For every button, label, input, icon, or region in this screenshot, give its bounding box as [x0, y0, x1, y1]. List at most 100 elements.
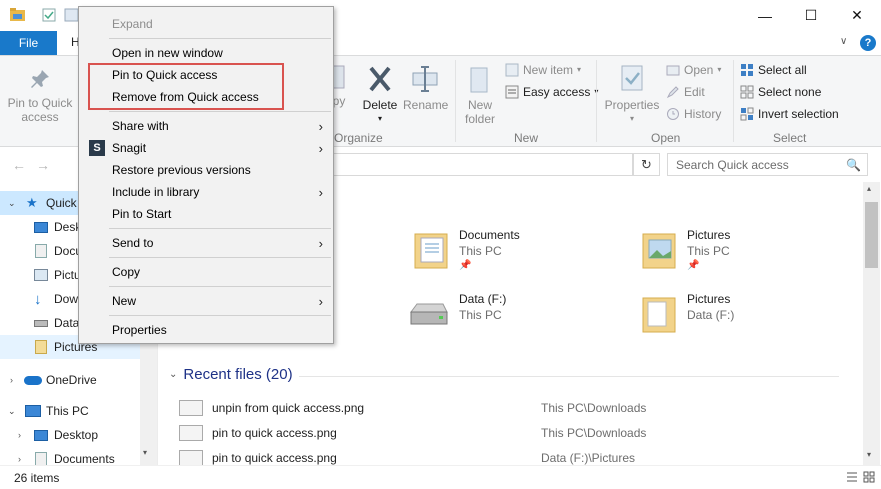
menu-label: Restore previous versions [112, 163, 251, 177]
rename-label: Rename [403, 98, 449, 112]
menu-item-open-new-window[interactable]: Open in new window [79, 42, 333, 64]
menu-item-pin-start[interactable]: Pin to Start [79, 203, 333, 225]
list-item[interactable]: unpin from quick access.png This PC\Down… [179, 397, 859, 421]
scroll-thumb[interactable] [865, 202, 878, 268]
submenu-arrow-icon: › [318, 235, 323, 251]
select-none-button[interactable]: Select none [740, 85, 821, 99]
menu-separator [109, 111, 331, 112]
ribbon-collapse-button[interactable]: ∨ [840, 36, 847, 47]
menu-label: Share with [112, 119, 169, 133]
recent-files-title: Recent files (20) [183, 366, 293, 383]
frequent-folder-tile[interactable]: Pictures This PC 📌 [641, 228, 841, 278]
organize-group-label: Organize [334, 131, 383, 145]
menu-item-properties[interactable]: Properties [79, 319, 333, 341]
easy-access-button[interactable]: Easy access▾ [505, 85, 598, 99]
delete-button[interactable]: Delete ▾ [360, 64, 400, 126]
rename-button[interactable]: Rename [403, 64, 449, 112]
back-arrow-icon[interactable]: ← [12, 157, 26, 173]
item-count: 26 items [14, 471, 60, 485]
scroll-up-icon[interactable]: ▴ [867, 184, 871, 193]
tile-location: Data (F:) [687, 308, 735, 322]
close-button[interactable]: ✕ [834, 0, 880, 31]
chevron-down-icon: ⌄ [8, 405, 16, 416]
history-button[interactable]: History [666, 107, 721, 121]
frequent-folder-tile[interactable]: Pictures Data (F:) [641, 292, 841, 342]
nav-item-this-pc[interactable]: ⌄ This PC [0, 399, 140, 423]
invert-selection-button[interactable]: Invert selection [740, 107, 839, 121]
tile-name: Documents [459, 228, 520, 242]
tile-name: Pictures [687, 292, 731, 306]
easy-access-label: Easy access [523, 85, 591, 99]
pictures-folder-icon [642, 233, 676, 269]
scroll-down-icon[interactable]: ▾ [867, 450, 871, 459]
menu-item-restore-versions[interactable]: Restore previous versions [79, 159, 333, 181]
documents-folder-icon [414, 233, 448, 269]
large-icons-view-icon[interactable] [862, 470, 876, 484]
new-item-button[interactable]: New item ▾ [505, 63, 581, 77]
scroll-down-icon[interactable]: ▾ [143, 448, 147, 457]
nav-label: Data [54, 316, 80, 330]
frequent-folder-tile[interactable]: Data (F:) This PC [410, 292, 613, 342]
frequent-folder-tile[interactable]: Documents This PC 📌 [413, 228, 613, 278]
select-all-label: Select all [758, 63, 807, 77]
new-item-label: New item [523, 63, 574, 77]
file-path: This PC\Downloads [541, 401, 647, 415]
menu-label: New [112, 294, 137, 308]
list-item[interactable]: pin to quick access.png Data (F:)\Pictur… [179, 447, 859, 465]
open-group-label: Open [651, 131, 681, 145]
menu-label: Snagit [112, 141, 147, 155]
image-file-icon [179, 400, 203, 416]
nav-label: Desktop [54, 428, 99, 442]
nav-label: OneDrive [46, 373, 97, 387]
file-path: This PC\Downloads [541, 426, 647, 440]
nav-item-documents-pc[interactable]: › Documents [0, 447, 140, 465]
open-button[interactable]: Open ▾ [666, 63, 721, 77]
pinned-icon: 📌 [459, 260, 472, 271]
new-folder-quick-icon[interactable] [64, 8, 79, 22]
pin-quick-access-button[interactable]: Pin to Quick access [2, 68, 78, 124]
content-scrollbar[interactable]: ▴ ▾ [863, 182, 880, 465]
tab-file[interactable]: File [0, 31, 57, 55]
nav-item-onedrive[interactable]: › OneDrive [0, 368, 140, 392]
forward-arrow-icon[interactable]: → [36, 157, 50, 173]
search-icon: 🔍 [846, 158, 861, 172]
chevron-down-icon: ⌄ [169, 369, 178, 380]
history-label: History [684, 107, 722, 121]
search-input[interactable]: Search Quick access 🔍 [667, 153, 868, 176]
file-name: unpin from quick access.png [212, 401, 365, 415]
properties-button[interactable]: Properties ▾ [602, 64, 662, 126]
nav-label: This PC [46, 404, 89, 418]
select-all-button[interactable]: Select all [740, 63, 807, 77]
new-folder-button[interactable]: New folder [460, 64, 500, 126]
list-item[interactable]: pin to quick access.png This PC\Download… [179, 422, 859, 446]
menu-separator [109, 315, 331, 316]
menu-item-include-library[interactable]: Include in library › [79, 181, 333, 203]
menu-item-share-with[interactable]: Share with › [79, 115, 333, 137]
menu-item-expand[interactable]: Expand [79, 13, 333, 35]
help-button[interactable]: ? [860, 35, 876, 51]
properties-quick-icon[interactable] [42, 8, 57, 22]
edit-button[interactable]: Edit [666, 85, 705, 99]
new-group-label: New [514, 131, 539, 145]
submenu-arrow-icon: › [318, 118, 323, 134]
menu-item-copy[interactable]: Copy [79, 261, 333, 283]
menu-item-snagit[interactable]: S Snagit › [79, 137, 333, 159]
ribbon-separator [596, 60, 597, 142]
maximize-button[interactable]: ☐ [788, 0, 834, 31]
menu-separator [109, 286, 331, 287]
submenu-arrow-icon: › [318, 184, 323, 200]
chevron-down-icon: ⌄ [8, 197, 16, 208]
details-view-icon[interactable] [845, 470, 859, 484]
menu-item-new[interactable]: New › [79, 290, 333, 312]
minimize-button[interactable]: — [742, 0, 788, 31]
menu-item-send-to[interactable]: Send to › [79, 232, 333, 254]
select-none-icon [740, 85, 754, 99]
refresh-button[interactable]: ↻ [633, 153, 660, 176]
recent-files-header[interactable]: ⌄ Recent files (20) [169, 366, 293, 383]
chevron-right-icon: › [18, 454, 21, 464]
tile-location: This PC [459, 244, 502, 258]
menu-separator [109, 257, 331, 258]
nav-item-desktop-pc[interactable]: › Desktop [0, 423, 140, 447]
menu-label: Pin to Start [112, 207, 172, 221]
rename-icon [412, 66, 438, 92]
